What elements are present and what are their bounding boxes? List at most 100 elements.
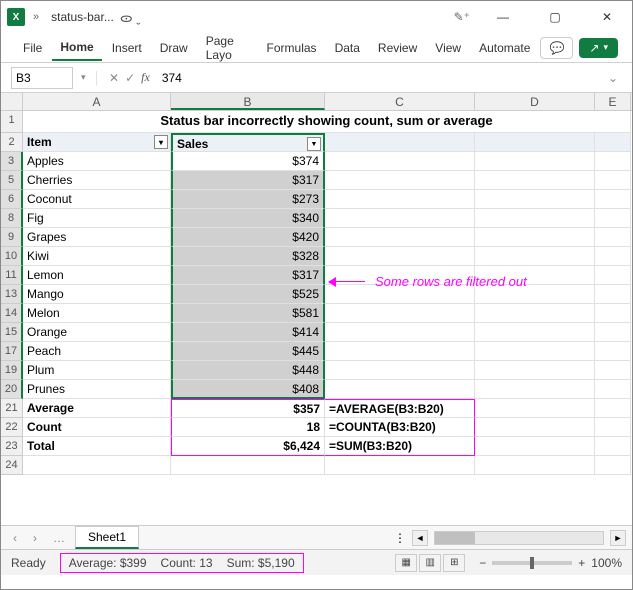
minimize-button[interactable]: —	[484, 3, 522, 31]
cell-formula[interactable]: =COUNTA(B3:B20)	[325, 418, 475, 437]
cell-item[interactable]: Apples	[23, 152, 171, 171]
row-header[interactable]: 2	[1, 133, 23, 152]
cell[interactable]	[595, 361, 631, 380]
cell-summary-label[interactable]: Count	[23, 418, 171, 437]
tab-view[interactable]: View	[427, 36, 469, 60]
zoom-in[interactable]: +	[578, 556, 585, 570]
header-sales[interactable]: Sales▼	[171, 133, 325, 152]
cell-sales[interactable]: $317	[171, 171, 325, 190]
tab-review[interactable]: Review	[370, 36, 425, 60]
cell[interactable]	[325, 285, 475, 304]
zoom-out[interactable]: −	[479, 556, 486, 570]
col-header-c[interactable]: C	[325, 93, 475, 110]
cell[interactable]	[595, 133, 631, 152]
tab-data[interactable]: Data	[327, 36, 368, 60]
sheet-more[interactable]: …	[47, 529, 71, 547]
cell-item[interactable]: Grapes	[23, 228, 171, 247]
cell-item[interactable]: Cherries	[23, 171, 171, 190]
cell[interactable]	[475, 266, 595, 285]
cell-summary-label[interactable]: Total	[23, 437, 171, 456]
cell-formula[interactable]: =AVERAGE(B3:B20)	[325, 399, 475, 418]
cell[interactable]	[595, 266, 631, 285]
cell[interactable]	[595, 418, 631, 437]
comments-button[interactable]: 💬	[540, 37, 573, 59]
row-header[interactable]: 22	[1, 418, 23, 437]
zoom-level[interactable]: 100%	[591, 556, 622, 570]
cell-item[interactable]: Plum	[23, 361, 171, 380]
header-item[interactable]: Item▾	[23, 133, 171, 152]
row-header[interactable]: 20	[1, 380, 23, 399]
cell[interactable]	[23, 456, 171, 475]
col-header-d[interactable]: D	[475, 93, 595, 110]
cancel-icon[interactable]: ✕	[109, 71, 119, 85]
scroll-right[interactable]: ►	[610, 530, 626, 546]
tab-page-layout[interactable]: Page Layo	[198, 29, 257, 67]
row-header[interactable]: 9	[1, 228, 23, 247]
cell[interactable]	[595, 456, 631, 475]
cell[interactable]	[595, 285, 631, 304]
filter-dropdown-icon[interactable]: ▾	[154, 135, 168, 149]
tab-formulas[interactable]: Formulas	[259, 36, 325, 60]
select-all-corner[interactable]	[1, 93, 23, 110]
row-header[interactable]: 11	[1, 266, 23, 285]
cell-sales[interactable]: $273	[171, 190, 325, 209]
cell[interactable]	[325, 190, 475, 209]
cell[interactable]	[325, 380, 475, 399]
cell[interactable]	[325, 152, 475, 171]
cell[interactable]	[325, 342, 475, 361]
cell[interactable]	[171, 456, 325, 475]
cell[interactable]	[475, 418, 595, 437]
cell[interactable]	[325, 323, 475, 342]
maximize-button[interactable]: ▢	[536, 3, 574, 31]
cell-sales[interactable]: $374	[171, 152, 325, 171]
cell-sales[interactable]: $317	[171, 266, 325, 285]
expand-formula-icon[interactable]: ⌄	[604, 71, 622, 85]
cell[interactable]	[475, 209, 595, 228]
row-header[interactable]: 24	[1, 456, 23, 475]
cell[interactable]	[595, 228, 631, 247]
cell[interactable]	[475, 228, 595, 247]
cell[interactable]	[475, 437, 595, 456]
tab-home[interactable]: Home	[52, 35, 101, 61]
pen-icon[interactable]: ✎⁺	[454, 10, 470, 24]
col-header-e[interactable]: E	[595, 93, 631, 110]
tab-file[interactable]: File	[15, 36, 50, 60]
cell[interactable]	[475, 285, 595, 304]
cell[interactable]	[475, 399, 595, 418]
row-header[interactable]: 17	[1, 342, 23, 361]
row-header[interactable]: 3	[1, 152, 23, 171]
cell[interactable]	[475, 247, 595, 266]
cell-formula[interactable]: =SUM(B3:B20)	[325, 437, 475, 456]
cell[interactable]	[595, 247, 631, 266]
confirm-icon[interactable]: ✓	[125, 71, 135, 85]
row-header[interactable]: 1	[1, 111, 23, 133]
cell-sales[interactable]: $581	[171, 304, 325, 323]
row-header[interactable]: 21	[1, 399, 23, 418]
row-header[interactable]: 13	[1, 285, 23, 304]
cell[interactable]	[325, 171, 475, 190]
cell[interactable]	[475, 190, 595, 209]
cell-sales[interactable]: $340	[171, 209, 325, 228]
cell-summary-value[interactable]: $357	[171, 399, 325, 418]
cell[interactable]	[325, 228, 475, 247]
cell-sales[interactable]: $414	[171, 323, 325, 342]
cell-sales[interactable]: $525	[171, 285, 325, 304]
sheet-options-icon[interactable]: ⋮	[394, 531, 406, 545]
cell[interactable]	[475, 456, 595, 475]
cell[interactable]	[595, 209, 631, 228]
col-header-b[interactable]: B	[171, 93, 325, 110]
cell-sales[interactable]: $408	[171, 380, 325, 399]
cell-sales[interactable]: $328	[171, 247, 325, 266]
cell[interactable]	[595, 437, 631, 456]
cell[interactable]	[595, 304, 631, 323]
row-header[interactable]: 19	[1, 361, 23, 380]
row-header[interactable]: 8	[1, 209, 23, 228]
view-page-break[interactable]: ⊞	[443, 554, 465, 572]
cell[interactable]	[475, 152, 595, 171]
cell[interactable]	[475, 361, 595, 380]
cell[interactable]	[475, 133, 595, 152]
cell-item[interactable]: Lemon	[23, 266, 171, 285]
cell[interactable]	[595, 342, 631, 361]
close-button[interactable]: ✕	[588, 3, 626, 31]
cell[interactable]	[475, 342, 595, 361]
